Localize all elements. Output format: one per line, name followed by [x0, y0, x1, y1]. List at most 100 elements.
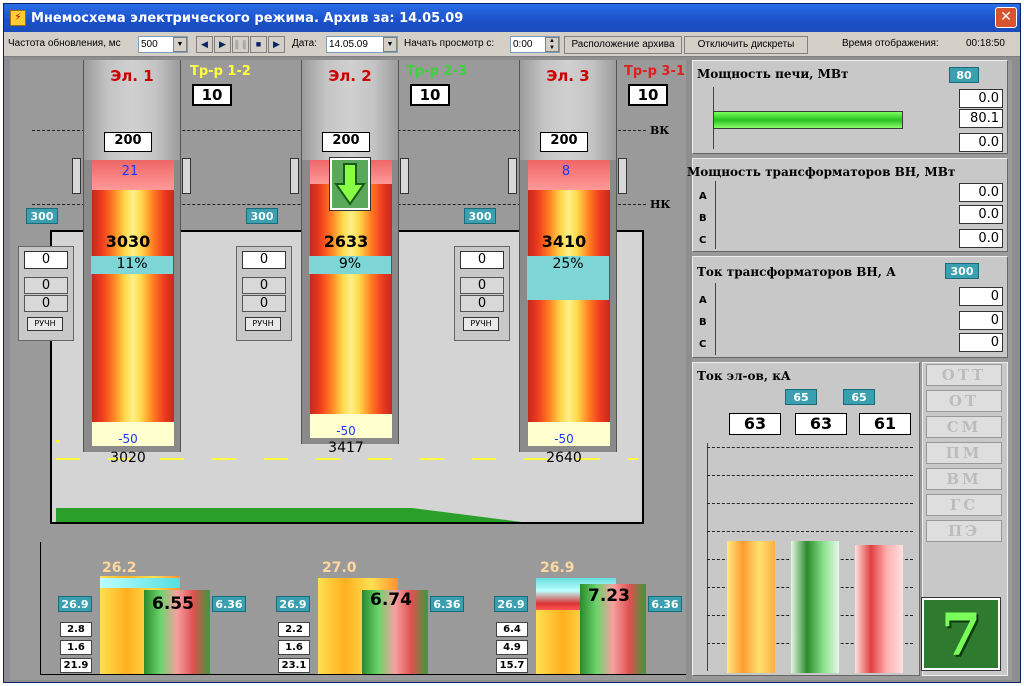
close-button[interactable]: ✕: [995, 7, 1017, 28]
date-value: 14.05.09: [329, 39, 368, 50]
manual-button-2[interactable]: РУЧН: [245, 317, 281, 331]
spinner-icon[interactable]: ▲ ▼: [545, 37, 559, 52]
window-title: Мнемосхема электрического режима. Архив …: [31, 10, 464, 26]
refresh-select[interactable]: 500 ▼: [138, 36, 188, 53]
phase-b-label: B: [699, 213, 707, 224]
bar-2-right-badge: 6.36: [430, 596, 464, 612]
electrode-scheme: ВК НК Эл. 1 200 21 3030 11% -50 3020 Тр-…: [10, 60, 686, 680]
mode-vm-button[interactable]: ВМ: [926, 468, 1002, 490]
transformer-power-panel: Мощность трансформаторов ВН, МВт A B C 0…: [687, 158, 1008, 252]
pause-button[interactable]: ❚❚: [232, 36, 249, 53]
phase-a-label: A: [699, 295, 707, 306]
furnace-power-value-2: 0.0: [959, 133, 1003, 152]
clamp-left: [508, 158, 517, 194]
furnace-power-panel: Мощность печи, МВт 80 0.0 80.1 0.0: [692, 60, 1008, 154]
ctrl-1-value-2: 0: [24, 295, 68, 312]
electrode-current-1: 63: [729, 413, 781, 435]
mode-ott-button[interactable]: ОТТ: [926, 364, 1002, 386]
electrode-3-control: 0 0 0 РУЧН: [454, 246, 510, 341]
electrode-2-body: [310, 184, 392, 414]
fast-forward-button[interactable]: ▶: [268, 36, 285, 53]
step-indicator: 7: [922, 598, 1000, 670]
bar-1-small-1: 1.6: [60, 640, 92, 655]
phase-b-label: B: [699, 317, 707, 328]
bar-1-right-badge: 6.36: [212, 596, 246, 612]
transformer-1-tap: 10: [192, 84, 232, 106]
transformer-power-title: Мощность трансформаторов ВН, МВт: [687, 165, 956, 179]
electrode-2-setpoint: 300: [246, 208, 278, 224]
mode-ot-button[interactable]: ОТ: [926, 390, 1002, 412]
electrode-2[interactable]: Эл. 2: [301, 60, 399, 444]
title-bar: ⚡ Мнемосхема электрического режима. Архи…: [4, 4, 1020, 32]
electrode-1-power: 3030: [105, 232, 151, 251]
electrode-1-setpoint: 300: [26, 208, 58, 224]
manual-button-3[interactable]: РУЧН: [463, 317, 499, 331]
grid-line: [707, 503, 913, 504]
bar-3-top: 26.9: [540, 560, 575, 576]
clamp-right: [618, 158, 627, 194]
electrode-1-position: 3020: [110, 450, 146, 466]
date-select[interactable]: 14.05.09 ▼: [326, 36, 398, 53]
lower-level-label: НК: [650, 198, 671, 211]
ctrl-3-value-0[interactable]: 0: [460, 251, 504, 269]
pause-icon: ❚❚: [233, 39, 249, 49]
grid-line: [707, 447, 913, 448]
start-time-value: 0:00: [513, 39, 533, 50]
down-arrow-icon[interactable]: [330, 158, 370, 210]
mode-pe-button[interactable]: ПЭ: [926, 520, 1002, 542]
electrode-3-mark: 8: [561, 164, 571, 179]
axis-line: [715, 181, 716, 249]
stop-button[interactable]: ■: [250, 36, 267, 53]
chevron-down-icon: ▼: [383, 37, 397, 52]
electrode-2-power: 2633: [323, 232, 369, 251]
rewind-button[interactable]: ◀: [196, 36, 213, 53]
transformer-power-b: 0.0: [959, 205, 1003, 224]
electrode-1-percent: 11%: [91, 256, 173, 274]
bar-1-top: 26.2: [102, 560, 137, 576]
disable-discrete-button[interactable]: Отключить дискреты: [684, 36, 808, 54]
bar-2-left-badge: 26.9: [276, 596, 310, 612]
play-button[interactable]: ▶: [214, 36, 231, 53]
transformer-current-a: 0: [959, 287, 1003, 306]
phase-c-label: C: [699, 339, 707, 350]
electrode-2-percent: 9%: [309, 256, 391, 274]
ctrl-2-value-0[interactable]: 0: [242, 251, 286, 269]
bar-3-small-0: 6.4: [496, 622, 528, 637]
electrode-1-control: 0 0 0 РУЧН: [18, 246, 74, 341]
display-time-label: Время отображения:: [842, 38, 939, 49]
bar-3-left-badge: 26.9: [494, 596, 528, 612]
axis-line: [715, 283, 716, 355]
electrode-2-top-value: 200: [322, 132, 370, 152]
mode-sm-button[interactable]: СМ: [926, 416, 1002, 438]
ctrl-2-value-2: 0: [242, 295, 286, 312]
start-time-input[interactable]: 0:00 ▲ ▼: [510, 36, 560, 53]
bar-2-mid: 6.74: [370, 590, 412, 610]
chevron-down-icon: ▼: [173, 37, 187, 52]
mode-pm-button[interactable]: ПМ: [926, 442, 1002, 464]
display-time-value: 00:18:50: [966, 38, 1005, 49]
transformer-current-panel: Ток трансформаторов ВН, А 300 A B C 0 0 …: [692, 256, 1008, 358]
mode-gs-button[interactable]: ГС: [926, 494, 1002, 516]
refresh-value: 500: [141, 39, 158, 50]
electrode-3-position: 2640: [546, 450, 582, 466]
stop-icon: ■: [255, 39, 262, 49]
archive-location-button[interactable]: Расположение архива: [564, 36, 682, 54]
bar-3-small-2: 15.7: [496, 658, 528, 673]
rewind-icon: ◀: [201, 39, 208, 49]
bar-1-small-0: 2.8: [60, 622, 92, 637]
ctrl-1-value-0[interactable]: 0: [24, 251, 68, 269]
furnace-power-title: Мощность печи, МВт: [697, 67, 849, 81]
axis-line: [40, 674, 686, 675]
electrode-1-top-value: 200: [104, 132, 152, 152]
electrode-current-badge-0: 65: [785, 389, 817, 405]
transformer-1-label: Тр-р 1-2: [190, 64, 251, 79]
start-label: Начать просмотр с:: [404, 38, 495, 49]
manual-button-1[interactable]: РУЧН: [27, 317, 63, 331]
upper-level-label: ВК: [650, 124, 670, 137]
play-icon: ▶: [219, 39, 226, 49]
transformer-current-badge: 300: [945, 263, 979, 279]
grid-line: [707, 475, 913, 476]
electrode-current-bar-3: [855, 545, 903, 673]
phase-c-label: C: [699, 235, 707, 246]
transformer-2-tap: 10: [410, 84, 450, 106]
